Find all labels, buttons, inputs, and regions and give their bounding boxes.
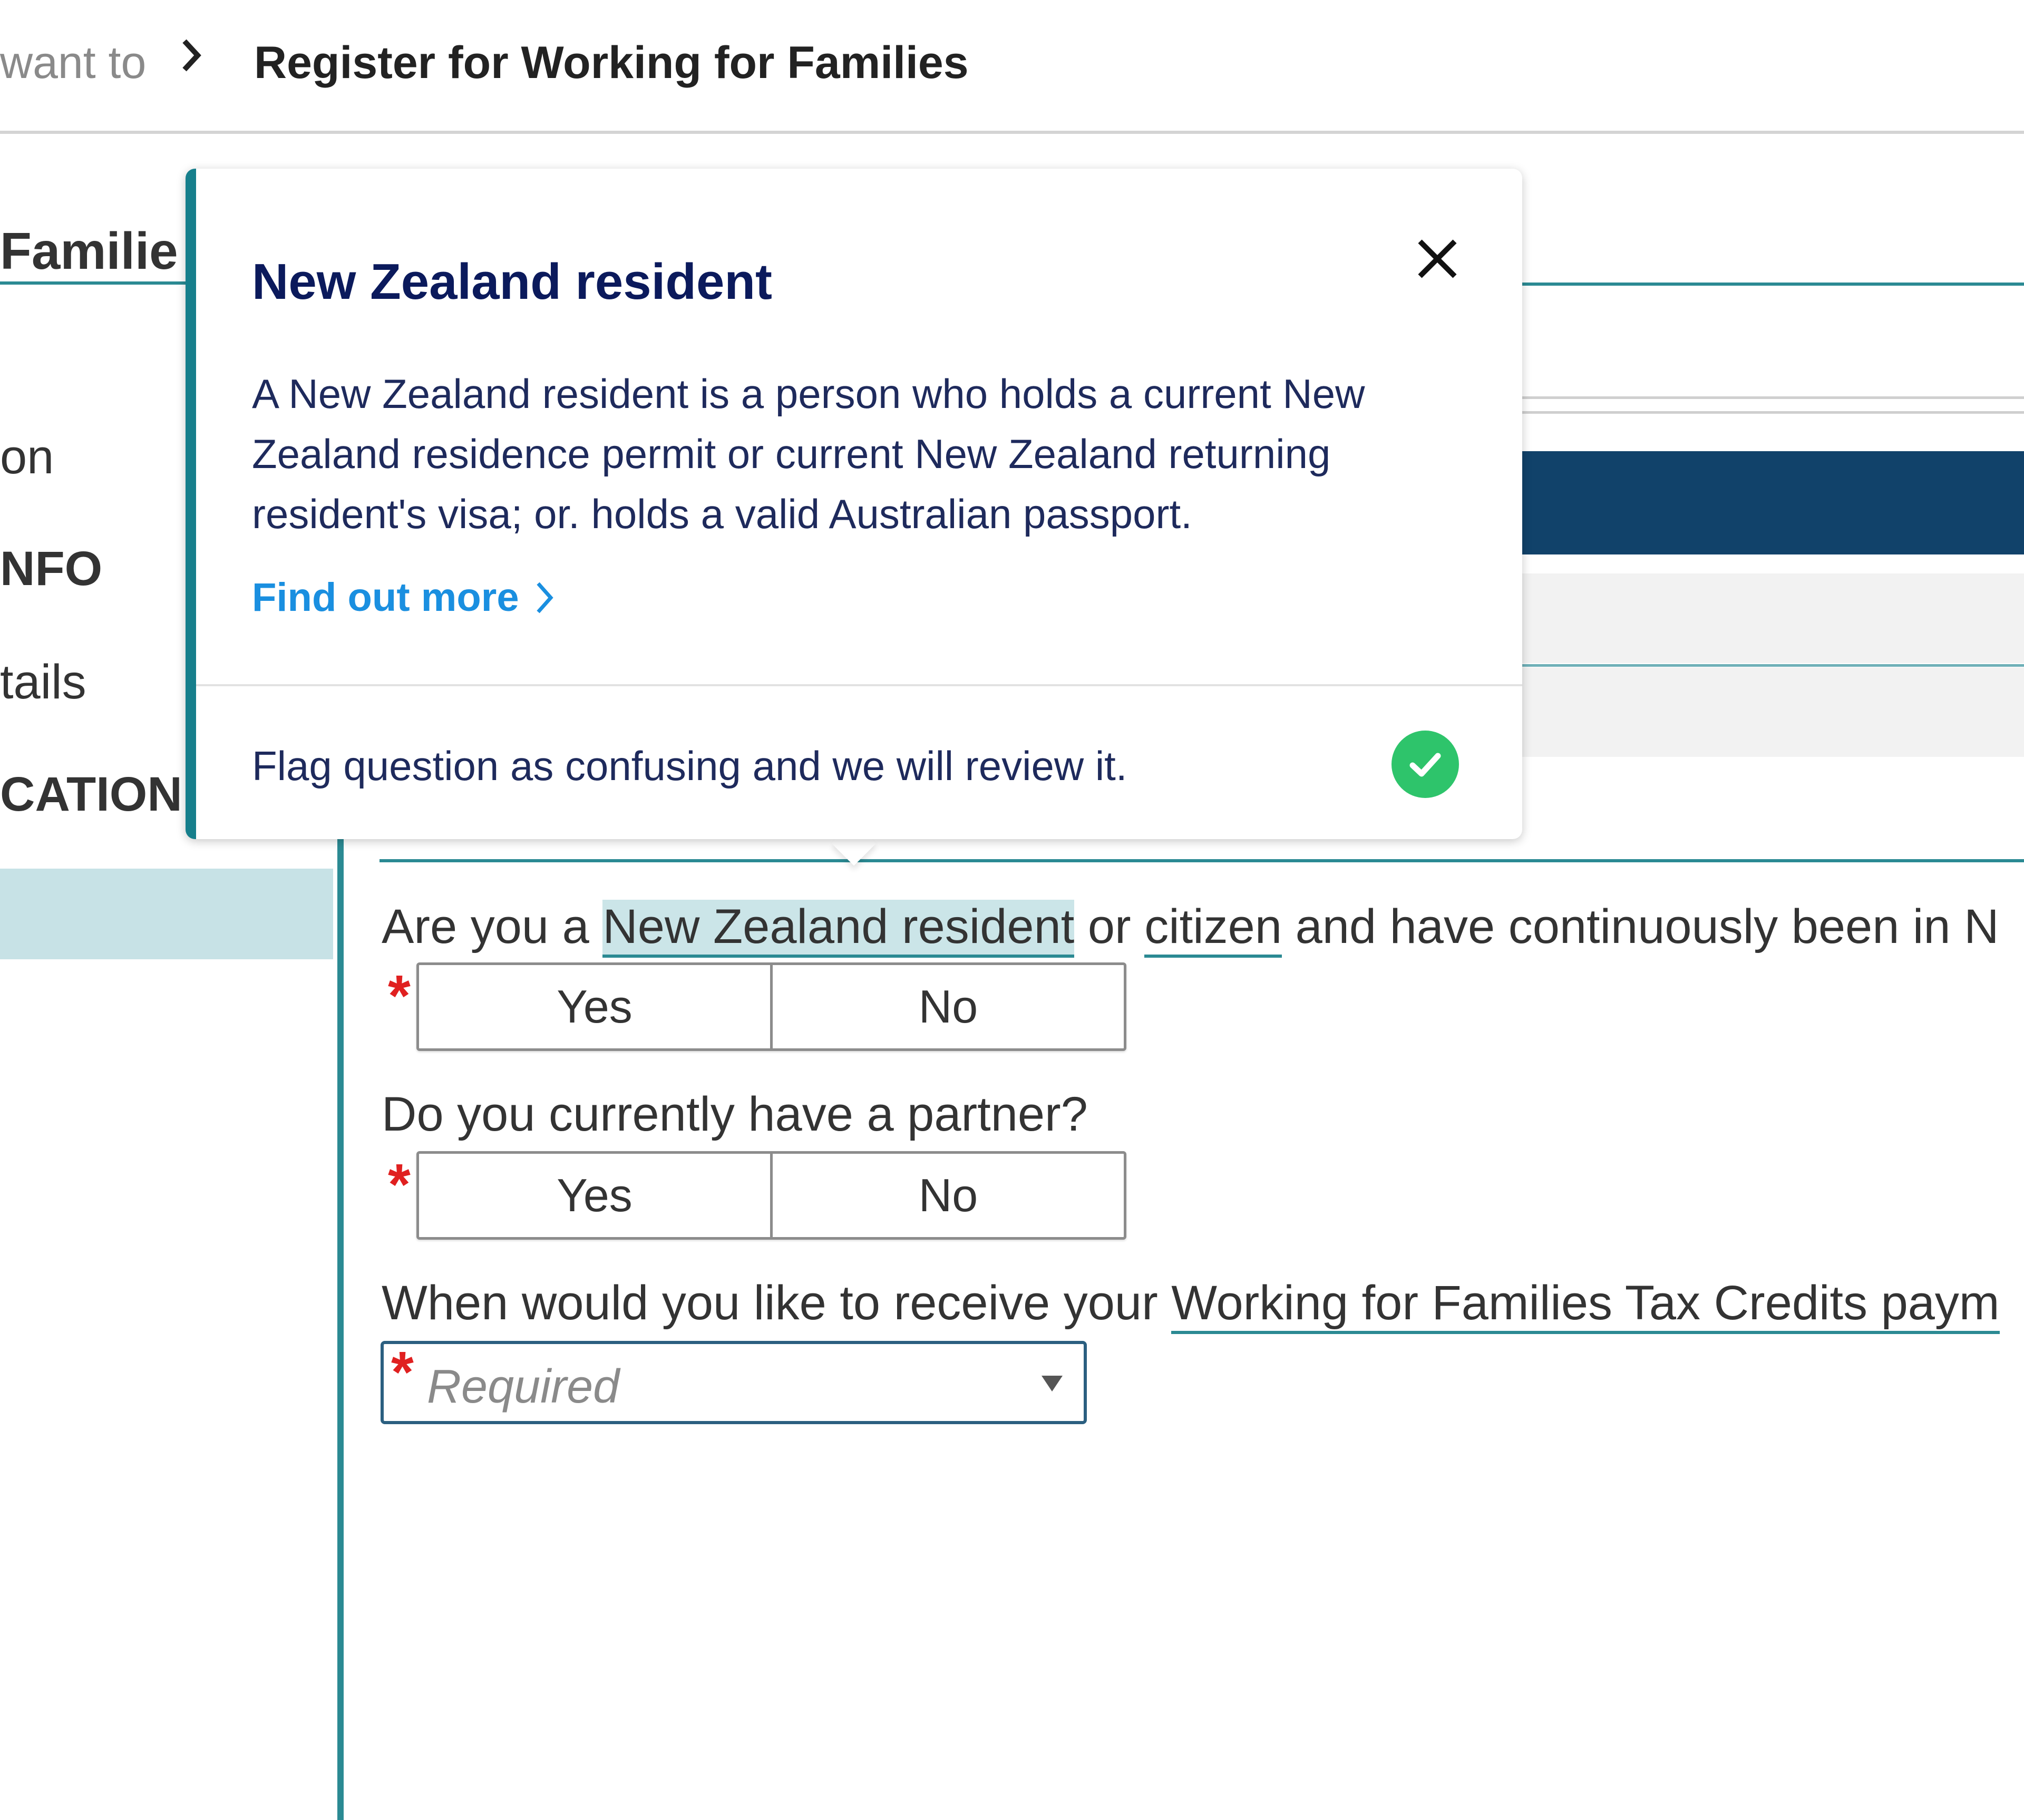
nz-resident-yes-button[interactable]: Yes — [419, 965, 770, 1048]
nz-resident-no-button[interactable]: No — [770, 965, 1124, 1048]
nav-section-title: Familie — [0, 222, 178, 280]
required-marker: * — [391, 1340, 414, 1405]
partner-toggle: Yes No — [416, 1151, 1126, 1240]
divider — [1518, 396, 2024, 399]
term-citizen[interactable]: citizen — [1144, 900, 1282, 958]
partner-yes-button[interactable]: Yes — [419, 1154, 770, 1237]
divider — [1518, 411, 2024, 414]
nz-resident-toggle: Yes No — [416, 962, 1126, 1051]
question-text: or — [1087, 900, 1131, 953]
question-payment-timing: When would you like to receive your Work… — [382, 1276, 2000, 1334]
flag-question-text: Flag question as confusing and we will r… — [252, 743, 1127, 789]
breadcrumb-previous[interactable]: want to — [0, 37, 146, 89]
section-band — [1518, 667, 2024, 757]
term-wff-tax-credits[interactable]: Working for Families Tax Credits paym — [1171, 1276, 2000, 1334]
check-circle-icon[interactable] — [1392, 731, 1459, 798]
nav-item-2[interactable]: NFO — [0, 541, 102, 597]
content-left-border — [337, 833, 344, 1820]
page-title: Register for Working for Families — [254, 37, 969, 88]
find-out-more-link[interactable]: Find out more — [252, 575, 555, 620]
chevron-right-icon — [537, 582, 553, 613]
section-band — [1518, 573, 2024, 663]
question-nz-resident: Are you a New Zealand resident or citize… — [382, 899, 1999, 958]
check-icon — [1409, 753, 1441, 777]
nav-item-3[interactable]: tails — [0, 655, 86, 710]
term-new-zealand-resident[interactable]: New Zealand resident — [602, 900, 1075, 958]
popover-title: New Zealand resident — [252, 254, 772, 310]
section-divider — [380, 859, 2024, 862]
nav-item-4[interactable]: CATION — [0, 767, 182, 822]
chevron-right-icon — [182, 39, 201, 72]
divider — [1518, 664, 2024, 667]
link-label: Find out more — [252, 575, 519, 620]
breadcrumb-divider — [0, 131, 2024, 134]
header-underline — [1518, 283, 2024, 286]
partner-no-button[interactable]: No — [770, 1154, 1124, 1237]
nav-item-selected[interactable] — [0, 869, 333, 959]
question-text: and have continuously been in N — [1295, 900, 1999, 953]
select-placeholder: Required — [427, 1360, 620, 1413]
nav-item-1[interactable]: on — [0, 430, 54, 485]
required-marker: * — [388, 1152, 411, 1217]
payment-timing-select[interactable]: * Required — [381, 1340, 1087, 1424]
popover-divider — [196, 684, 1522, 686]
required-marker: * — [388, 963, 411, 1028]
section-header-bar — [1518, 451, 2024, 554]
nav-title-underline — [0, 281, 200, 285]
popover-body: A New Zealand resident is a person who h… — [252, 371, 1365, 537]
close-icon[interactable] — [1408, 230, 1466, 288]
caret-down-icon — [1042, 1376, 1063, 1391]
question-text: When would you like to receive your — [382, 1276, 1158, 1330]
question-text: Are you a — [382, 900, 589, 953]
question-partner: Do you currently have a partner? — [382, 1087, 1088, 1141]
